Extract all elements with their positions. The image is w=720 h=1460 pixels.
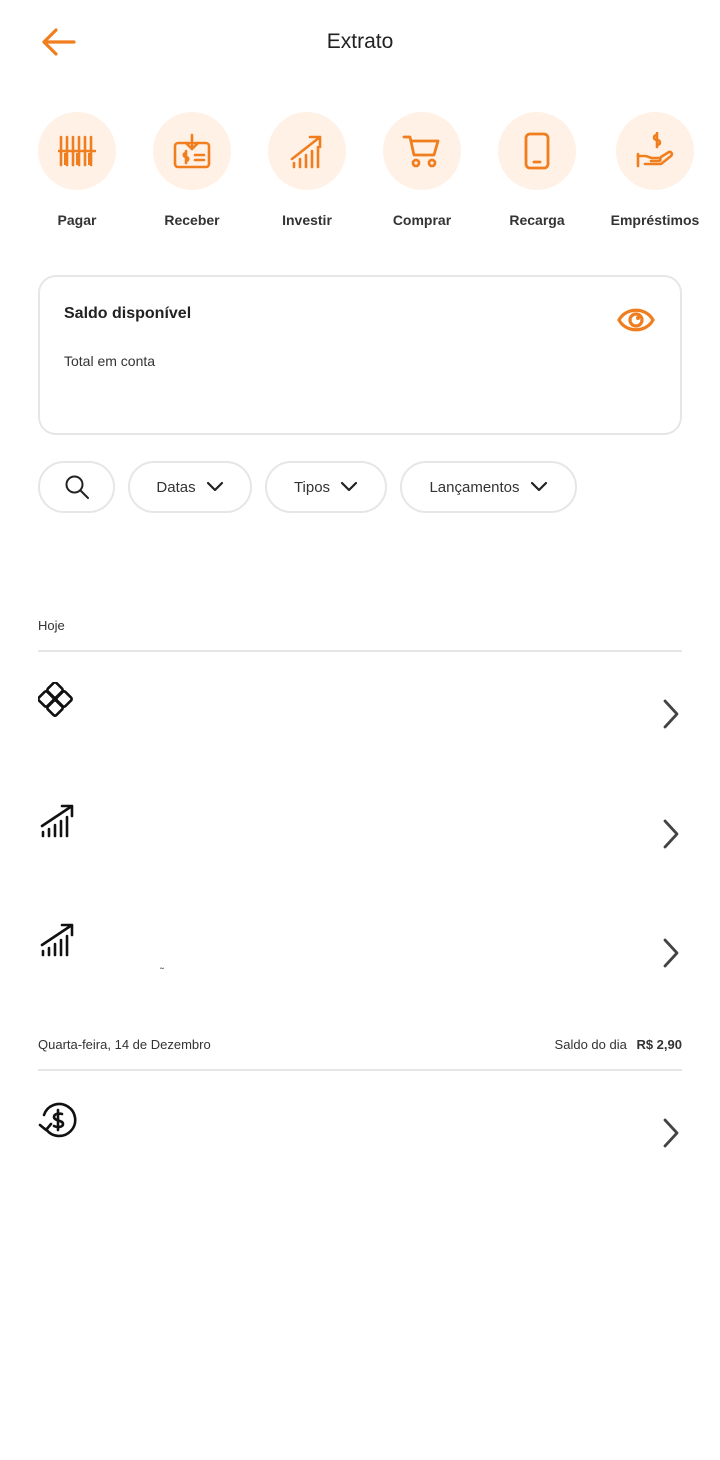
refund-dollar-icon (38, 1102, 77, 1138)
chevron-right-icon (663, 819, 679, 849)
action-label: Comprar (392, 212, 452, 228)
toggle-balance-button[interactable] (616, 303, 656, 337)
search-button[interactable] (38, 461, 115, 513)
page-title: Extrato (326, 30, 394, 53)
transaction-row[interactable]: ˜ (38, 921, 682, 1001)
barcode-icon (58, 135, 96, 167)
action-label: Empréstimos (610, 212, 700, 228)
balance-subtitle: Total em conta (64, 353, 156, 369)
action-investir-circle (268, 112, 346, 190)
section-date: Hoje (38, 618, 65, 633)
filter-label: Datas (156, 478, 196, 496)
eye-icon (617, 308, 655, 332)
action-investir[interactable]: Investir (252, 112, 362, 228)
filter-lancamentos[interactable]: Lançamentos (400, 461, 577, 513)
balance-title: Saldo disponível (64, 305, 192, 322)
transaction-icon (38, 921, 78, 961)
pix-icon (37, 681, 73, 717)
investment-chart-icon (40, 923, 74, 957)
chevron-right-icon (663, 938, 679, 968)
chevron-down-icon (206, 481, 223, 492)
action-pagar-circle (38, 112, 116, 190)
chevron-down-icon (340, 481, 358, 492)
chevron-right-icon (663, 1118, 679, 1148)
action-label: Recarga (509, 212, 565, 228)
action-emprestimos[interactable]: Empréstimos (600, 112, 710, 228)
filter-label: Tipos (293, 478, 331, 496)
investment-chart-icon (290, 135, 322, 169)
section-header-today: Hoje (38, 618, 682, 644)
day-balance-label: Saldo do dia (554, 1037, 627, 1052)
action-label: Receber (164, 212, 220, 228)
search-icon (65, 475, 89, 499)
quick-actions: Pagar Receber Investir Comprar Recarga E… (0, 112, 720, 232)
header: Extrato (0, 0, 720, 90)
action-label: Pagar (57, 212, 97, 228)
filters-bar: Datas Tipos Lançamentos (38, 461, 682, 513)
action-emprestimos-circle (616, 112, 694, 190)
action-label: Investir (282, 212, 332, 228)
day-balance: Saldo do dia R$ 2,90 (555, 1037, 682, 1052)
transaction-row[interactable] (38, 1101, 682, 1181)
action-receber-circle (153, 112, 231, 190)
day-balance-value: R$ 2,90 (636, 1037, 682, 1052)
divider (38, 650, 682, 652)
transaction-icon (38, 1101, 78, 1141)
receive-money-icon (173, 133, 211, 169)
loan-hand-icon (636, 132, 674, 168)
filter-label: Lançamentos (429, 478, 520, 496)
filter-datas[interactable]: Datas (128, 461, 252, 513)
chevron-down-icon (530, 481, 547, 492)
balance-card: Saldo disponível Total em conta (38, 275, 682, 435)
action-recarga-circle (498, 112, 576, 190)
shopping-cart-icon (402, 135, 440, 168)
phone-recharge-icon (524, 132, 550, 170)
chevron-right-icon (663, 699, 679, 729)
divider (38, 1069, 682, 1071)
transaction-row[interactable] (37, 681, 682, 762)
action-comprar-circle (383, 112, 461, 190)
action-recarga[interactable]: Recarga (482, 112, 592, 228)
transaction-row[interactable] (38, 802, 682, 882)
section-header-date: Quarta-feira, 14 de Dezembro Saldo do di… (38, 1037, 682, 1063)
transaction-text-fragment: ˜ (160, 965, 164, 979)
action-receber[interactable]: Receber (137, 112, 247, 228)
transaction-icon (37, 681, 78, 722)
filter-tipos[interactable]: Tipos (265, 461, 387, 513)
transaction-icon (38, 802, 78, 842)
section-date: Quarta-feira, 14 de Dezembro (38, 1037, 211, 1052)
investment-chart-icon (40, 804, 74, 838)
action-pagar[interactable]: Pagar (22, 112, 132, 228)
action-comprar[interactable]: Comprar (367, 112, 477, 228)
